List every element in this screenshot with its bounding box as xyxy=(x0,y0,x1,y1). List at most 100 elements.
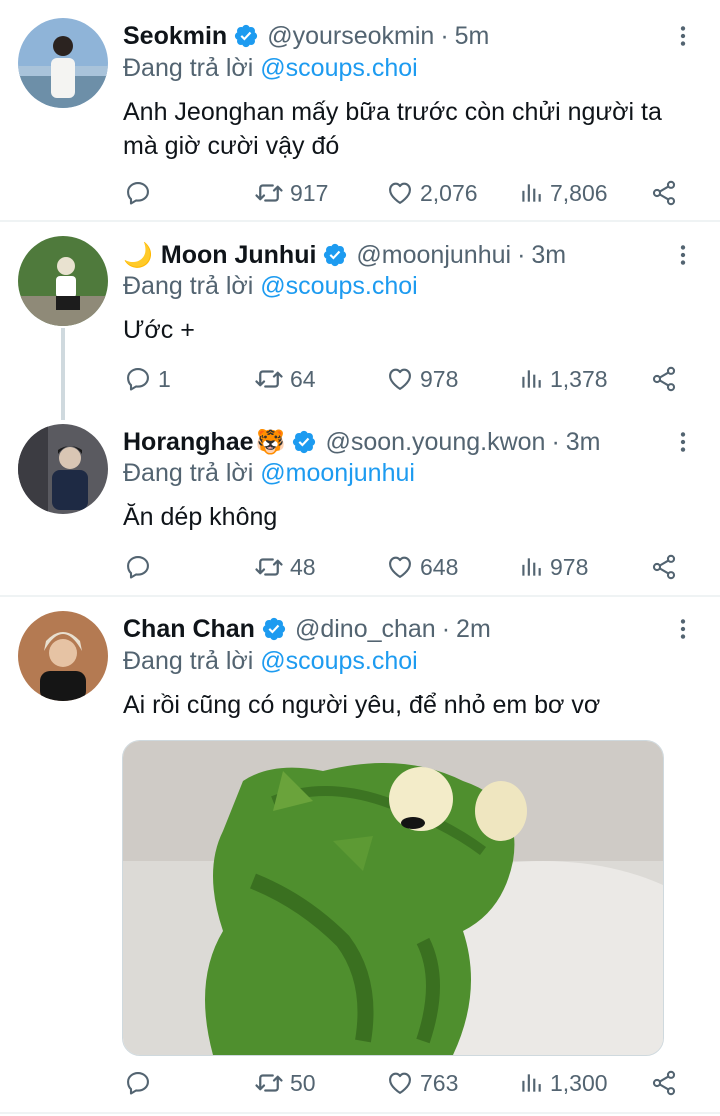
like-count: 2,076 xyxy=(420,179,478,206)
retweet-button[interactable]: 917 xyxy=(254,175,328,211)
moon-emoji-icon: 🌙 xyxy=(123,241,153,269)
like-button[interactable]: 763 xyxy=(386,1065,458,1101)
display-name[interactable]: Moon Junhui xyxy=(161,241,317,270)
more-options-icon[interactable] xyxy=(668,16,698,56)
verified-badge-icon xyxy=(291,429,317,455)
reply-icon xyxy=(124,553,152,581)
tweet-text-line: Ăn dép không xyxy=(123,503,278,531)
reply-button[interactable] xyxy=(124,1065,158,1101)
retweet-count: 917 xyxy=(290,179,329,206)
display-name[interactable]: Seokmin xyxy=(123,22,227,51)
tweet-moon-junhui[interactable]: 🌙 Moon Junhui @moonjunhui · 3m Đang trả … xyxy=(0,222,720,408)
like-icon xyxy=(386,365,414,393)
share-icon xyxy=(650,365,678,393)
reply-count: 1 xyxy=(158,365,171,392)
like-button[interactable]: 978 xyxy=(386,361,458,397)
reply-context: Đang trả lời @scoups.choi xyxy=(123,647,418,676)
timestamp[interactable]: 3m xyxy=(531,241,566,270)
user-handle[interactable]: @moonjunhui xyxy=(356,241,511,270)
views-count: 978 xyxy=(550,553,589,580)
views-button[interactable]: 1,378 xyxy=(518,361,608,397)
timestamp[interactable]: 5m xyxy=(455,22,490,51)
retweet-icon xyxy=(254,1068,284,1098)
timestamp[interactable]: 3m xyxy=(566,428,601,457)
user-handle[interactable]: @dino_chan xyxy=(295,615,436,644)
share-button[interactable] xyxy=(650,175,678,211)
action-bar: 50 763 1,300 xyxy=(0,1065,720,1101)
retweet-count: 50 xyxy=(290,1069,316,1096)
separator-dot: · xyxy=(440,21,449,50)
display-name[interactable]: Horanghae xyxy=(123,428,254,457)
like-icon xyxy=(386,553,414,581)
action-bar: 917 2,076 7,806 xyxy=(0,175,720,211)
tweet-horanghae[interactable]: Horanghae 🐯 @soon.young.kwon · 3m Đang t… xyxy=(0,408,720,594)
reply-context: Đang trả lời @scoups.choi xyxy=(123,272,418,301)
views-button[interactable]: 1,300 xyxy=(518,1065,608,1101)
reply-prefix: Đang trả lời xyxy=(123,647,254,675)
more-options-icon[interactable] xyxy=(668,235,698,275)
reply-to-link[interactable]: @scoups.choi xyxy=(260,54,417,82)
separator-dot: · xyxy=(441,614,451,643)
user-handle[interactable]: @soon.young.kwon xyxy=(325,428,545,457)
tweet-text-line: Ai rồi cũng có người yêu, để nhỏ em bơ v… xyxy=(123,691,601,719)
avatar-chan-chan[interactable] xyxy=(18,611,108,701)
views-icon xyxy=(518,366,544,392)
divider xyxy=(0,1112,720,1114)
reply-context: Đang trả lời @scoups.choi xyxy=(123,54,418,83)
more-options-icon[interactable] xyxy=(668,422,698,462)
tweet-text-line: mà giờ cười vậy đó xyxy=(123,132,340,160)
views-count: 1,300 xyxy=(550,1069,608,1096)
reply-context: Đang trả lời @moonjunhui xyxy=(123,459,415,488)
retweet-icon xyxy=(254,552,284,582)
retweet-icon xyxy=(254,364,284,394)
share-icon xyxy=(650,553,678,581)
like-button[interactable]: 2,076 xyxy=(386,175,478,211)
views-button[interactable]: 978 xyxy=(518,549,588,585)
views-button[interactable]: 7,806 xyxy=(518,175,608,211)
separator-dot: · xyxy=(517,240,526,269)
share-icon xyxy=(650,179,678,207)
tweet-text: Ước + xyxy=(123,313,698,347)
tweet-text-line: Anh Jeonghan mấy bữa trước còn chửi ngườ… xyxy=(123,98,662,126)
share-button[interactable] xyxy=(650,1065,678,1101)
tweet-seokmin[interactable]: Seokmin @yourseokmin · 5m Đang trả lời @… xyxy=(0,0,720,220)
reply-button[interactable] xyxy=(124,175,158,211)
like-button[interactable]: 648 xyxy=(386,549,458,585)
reply-button[interactable] xyxy=(124,549,158,585)
tweet-text: Ai rồi cũng có người yêu, để nhỏ em bơ v… xyxy=(123,688,698,722)
avatar-moon-junhui[interactable] xyxy=(18,236,108,326)
like-count: 763 xyxy=(420,1069,459,1096)
retweet-button[interactable]: 64 xyxy=(254,361,316,397)
like-count: 978 xyxy=(420,365,459,392)
avatar-horanghae[interactable] xyxy=(18,424,108,514)
like-count: 648 xyxy=(420,553,459,580)
views-icon xyxy=(518,1070,544,1096)
retweet-count: 48 xyxy=(290,553,316,580)
reply-icon xyxy=(124,365,152,393)
user-handle[interactable]: @yourseokmin xyxy=(267,22,434,51)
divider xyxy=(0,595,720,597)
retweet-button[interactable]: 50 xyxy=(254,1065,316,1101)
views-icon xyxy=(518,180,544,206)
kermit-meme-image xyxy=(123,741,663,1055)
reply-prefix: Đang trả lời xyxy=(123,54,254,82)
reply-to-link[interactable]: @scoups.choi xyxy=(260,272,417,300)
timestamp[interactable]: 2m xyxy=(456,615,491,644)
action-bar: 1 64 978 1,378 xyxy=(0,361,720,397)
reply-icon xyxy=(124,1069,152,1097)
share-button[interactable] xyxy=(650,361,678,397)
reply-to-link[interactable]: @scoups.choi xyxy=(260,647,417,675)
display-name[interactable]: Chan Chan xyxy=(123,615,255,644)
action-bar: 48 648 978 xyxy=(0,549,720,585)
retweet-button[interactable]: 48 xyxy=(254,549,316,585)
share-button[interactable] xyxy=(650,549,678,585)
reply-to-link[interactable]: @moonjunhui xyxy=(260,459,415,487)
more-options-icon[interactable] xyxy=(668,609,698,649)
views-icon xyxy=(518,554,544,580)
retweet-count: 64 xyxy=(290,365,316,392)
tweet-media-image[interactable] xyxy=(122,740,664,1056)
retweet-icon xyxy=(254,178,284,208)
avatar-seokmin[interactable] xyxy=(18,18,108,108)
reply-button[interactable]: 1 xyxy=(124,361,171,397)
thread-connector-line xyxy=(61,328,65,420)
